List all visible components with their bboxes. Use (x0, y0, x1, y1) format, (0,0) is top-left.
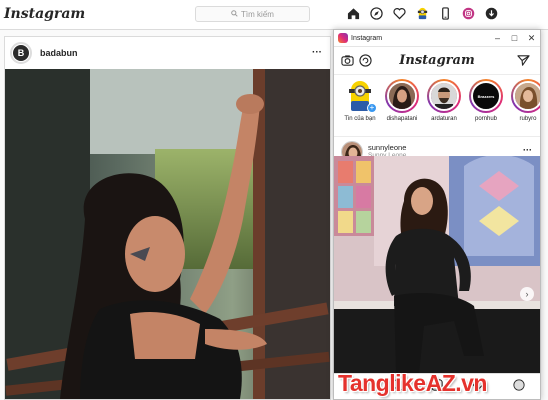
story-label: ardaturan (431, 116, 457, 122)
profile-icon[interactable] (513, 379, 525, 394)
story-ring (385, 79, 419, 113)
story-item[interactable]: rubyro (508, 79, 540, 122)
search-icon (231, 9, 238, 19)
watermark: TanglikeAZ.vn (338, 370, 488, 396)
post-username[interactable]: badabun (40, 48, 78, 58)
post-header: B badabun ··· (5, 37, 330, 69)
story-item[interactable]: ardaturan (424, 79, 464, 122)
avatar: Brazzers (471, 81, 501, 111)
avatar: + (343, 79, 377, 113)
story-logo-text: Brazzers (477, 93, 495, 99)
story-own[interactable]: + Tin của bạn (340, 79, 380, 122)
phone-icon[interactable] (438, 6, 453, 21)
close-icon[interactable]: ✕ (523, 30, 540, 46)
add-story-icon[interactable]: + (367, 103, 377, 113)
story-label: pornhub (474, 116, 498, 122)
post-photo[interactable] (334, 156, 540, 374)
web-topbar: Instagram Tìm kiếm (0, 0, 548, 30)
avatar[interactable]: B (10, 42, 32, 64)
avatar-letter: B (13, 45, 29, 61)
story-ring: Brazzers (469, 79, 503, 113)
avatar (429, 81, 459, 111)
avatar (387, 81, 417, 111)
minion-extension-icon[interactable] (415, 6, 430, 21)
story-label: rubyro (519, 116, 537, 122)
app-header: Instagram (334, 47, 540, 75)
story-item[interactable]: dishapatani (382, 79, 422, 122)
more-options-icon[interactable]: ··· (523, 145, 532, 155)
web-logo[interactable]: Instagram (4, 6, 85, 22)
avatar (513, 81, 540, 111)
story-ring (427, 79, 461, 113)
next-photo-icon[interactable]: › (520, 287, 534, 301)
story-ring (511, 79, 540, 113)
home-icon[interactable] (346, 6, 361, 21)
minimize-icon[interactable]: – (489, 30, 506, 46)
app-logo: Instagram (399, 53, 475, 68)
more-options-icon[interactable]: ··· (312, 47, 322, 58)
stories-bar: + Tin của bạn dishapatani ardaturan Braz… (334, 75, 540, 137)
window-title: Instagram (351, 34, 383, 42)
maximize-icon[interactable]: □ (506, 30, 523, 46)
search-input[interactable]: Tìm kiếm (195, 6, 310, 22)
compass-icon[interactable] (369, 6, 384, 21)
window-titlebar[interactable]: Instagram – □ ✕ (334, 30, 540, 47)
post-username[interactable]: sunnyleone (368, 143, 406, 152)
story-label: Tin của bạn (344, 116, 376, 122)
web-post: B badabun ··· (4, 36, 331, 400)
instagram-app-icon[interactable] (461, 6, 476, 21)
search-placeholder: Tìm kiếm (241, 9, 274, 19)
direct-message-icon[interactable] (517, 54, 530, 72)
post-photo[interactable] (5, 69, 330, 399)
instagram-window: Instagram – □ ✕ Instagram + Tin của bạn (333, 29, 541, 400)
instagram-app-icon (338, 33, 348, 43)
download-icon[interactable] (484, 6, 499, 21)
heart-icon[interactable] (392, 6, 407, 21)
story-label: dishapatani (386, 116, 418, 122)
story-item[interactable]: Brazzers pornhub (466, 79, 506, 122)
